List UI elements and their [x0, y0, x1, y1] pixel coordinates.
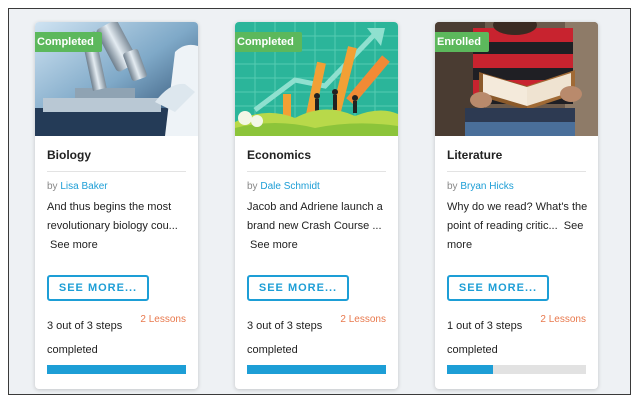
course-card-literature: Enrolled Literature by Bryan Hicks Why d… — [435, 22, 598, 389]
progress-fill — [247, 365, 386, 374]
status-badge: Completed — [235, 32, 302, 52]
course-card-economics: Completed Economics by Dale Schmidt Jaco… — [235, 22, 398, 389]
course-title[interactable]: Literature — [447, 148, 502, 162]
author-prefix: by — [447, 181, 458, 192]
progress-bar — [447, 365, 586, 374]
author-link[interactable]: Bryan Hicks — [460, 181, 513, 192]
progress-bar — [247, 365, 386, 374]
see-more-button[interactable]: SEE MORE... — [247, 275, 349, 301]
author-line: by Dale Schmidt — [247, 181, 320, 192]
description-text: And thus begins the most revolutionary b… — [47, 201, 178, 232]
lessons-count: 2 Lessons — [540, 314, 586, 325]
course-title[interactable]: Economics — [247, 148, 311, 162]
author-line: by Lisa Baker — [47, 181, 108, 192]
see-more-link[interactable]: See more — [250, 239, 298, 251]
divider — [47, 171, 186, 172]
divider — [247, 171, 386, 172]
course-card-biology: Completed Biology by Lisa Baker And thus… — [35, 22, 198, 389]
description-text: Jacob and Adriene launch a brand new Cra… — [247, 201, 383, 232]
lessons-count: 2 Lessons — [340, 314, 386, 325]
course-description: Jacob and Adriene launch a brand new Cra… — [247, 198, 392, 255]
divider — [447, 171, 586, 172]
progress-fill — [447, 365, 493, 374]
progress-fill — [47, 365, 186, 374]
author-prefix: by — [247, 181, 258, 192]
steps-progress-text: 3 out of 3 steps completed — [247, 320, 323, 356]
course-title[interactable]: Biology — [47, 148, 91, 162]
author-link[interactable]: Dale Schmidt — [260, 181, 319, 192]
steps-progress-text: 1 out of 3 steps completed — [447, 320, 523, 356]
see-more-button[interactable]: SEE MORE... — [47, 275, 149, 301]
see-more-link[interactable]: See more — [50, 239, 98, 251]
course-description: Why do we read? What's the point of read… — [447, 198, 592, 255]
author-line: by Bryan Hicks — [447, 181, 514, 192]
see-more-button[interactable]: SEE MORE... — [447, 275, 549, 301]
course-grid: Completed Biology by Lisa Baker And thus… — [8, 8, 631, 395]
status-badge: Enrolled — [435, 32, 490, 52]
status-badge: Completed — [35, 32, 102, 52]
author-link[interactable]: Lisa Baker — [60, 181, 107, 192]
author-prefix: by — [47, 181, 58, 192]
course-description: And thus begins the most revolutionary b… — [47, 198, 192, 255]
progress-bar — [47, 365, 186, 374]
steps-progress-text: 3 out of 3 steps completed — [47, 320, 123, 356]
lessons-count: 2 Lessons — [140, 314, 186, 325]
